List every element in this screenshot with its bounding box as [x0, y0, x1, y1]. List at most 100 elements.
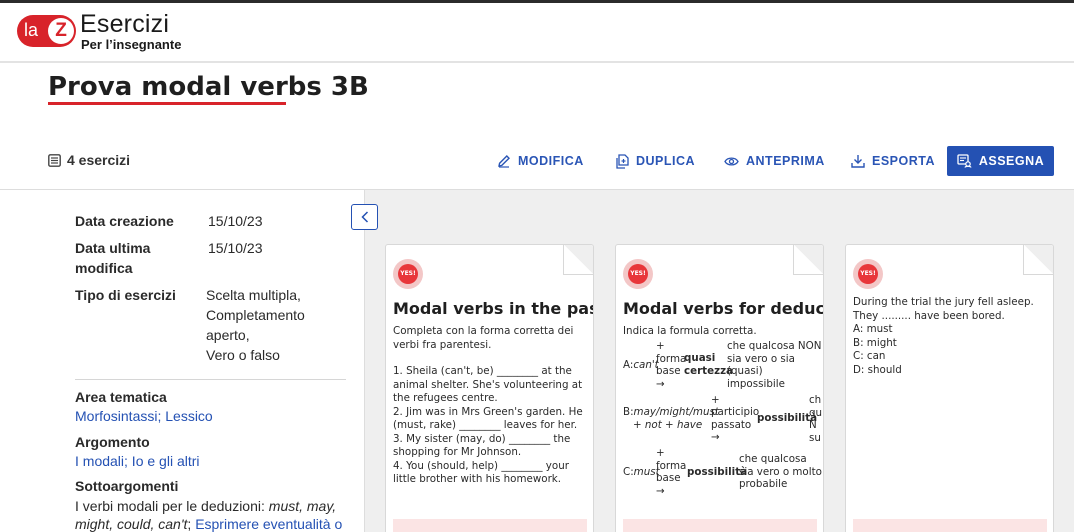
pencil-icon	[497, 154, 511, 168]
formula-desc-line: che qualcosa NON	[727, 340, 822, 352]
option-c-label: C:must	[623, 466, 660, 479]
option-verb-line2: + not + have	[633, 419, 703, 431]
formula-plus: +	[656, 447, 665, 459]
area-label: Area tematica	[75, 389, 167, 405]
page-title: Prova modal verbs 3B	[48, 72, 369, 102]
created-value: 15/10/23	[208, 213, 263, 229]
duplicate-label: DUPLICA	[636, 154, 696, 168]
area-link[interactable]: Morfosintassi; Lessico	[75, 408, 213, 424]
yes-badge-text: YES!	[398, 264, 418, 284]
formula-form: base	[656, 472, 681, 484]
formula-desc-line: probabile	[739, 478, 788, 490]
yes-badge: YES!	[623, 259, 653, 289]
option-a-label: A:can't	[623, 359, 659, 372]
formula-desc-line: impossibile	[727, 377, 785, 390]
collapse-panel-button[interactable]	[351, 204, 378, 230]
formula-desc-line: ch	[809, 394, 822, 406]
formula-form: passato	[711, 418, 752, 431]
modified-label-line1: Data ultima	[75, 240, 151, 256]
formula-description: che qualcosa sia vero o molto probabile	[739, 453, 822, 491]
list-item: 2. Jim was in Mrs Green's garden. He (mu…	[393, 405, 583, 432]
card-footer	[393, 519, 587, 532]
logo-la-text: la	[24, 20, 39, 40]
card-question: During the trial the jury fell asleep. T…	[853, 296, 1034, 322]
list-item: 3. My sister (may, do) ________ the shop…	[393, 432, 571, 459]
option-b-label: B:may/might/must	[623, 406, 719, 419]
duplicate-icon	[616, 153, 629, 169]
subtopic-label: Sottoargomenti	[75, 478, 179, 494]
type-item: Vero o falso	[206, 347, 280, 363]
logo-z-text: Z	[48, 18, 74, 44]
yes-badge: YES!	[393, 259, 423, 289]
card-title: Modal verbs in the past	[393, 299, 594, 318]
topic-label: Argomento	[75, 434, 150, 450]
list-item: A: must	[853, 323, 893, 335]
option-verb: may/might/must	[633, 406, 719, 418]
formula-description: che qualcosa NON sia vero o sia (quasi) …	[727, 340, 821, 390]
formula-form: forma	[656, 352, 687, 365]
formula-desc-line: qu	[809, 406, 823, 419]
yes-badge: YES!	[853, 259, 883, 289]
list-item: B: might	[853, 336, 897, 349]
duplicate-button[interactable]: DUPLICA	[616, 146, 695, 176]
subtopic-italic: might, could, can't	[75, 516, 188, 532]
formula-desc-line: che qualcosa	[739, 453, 807, 465]
option-letter: A:	[623, 359, 634, 371]
formula-keyword-line: certezza	[684, 364, 734, 377]
card-instruction: Completa con la forma corretta dei verbi…	[393, 325, 574, 351]
formula-plus: +	[656, 340, 665, 352]
formula-parts: + forma base →	[656, 447, 686, 497]
formula-description-cut: ch qu N su	[809, 394, 822, 444]
brand-title: Esercizi	[80, 10, 170, 38]
preview-label: ANTEPRIMA	[746, 154, 825, 168]
edit-button[interactable]: MODIFICA	[497, 146, 584, 176]
type-label: Tipo di esercizi	[75, 287, 176, 303]
subtopic-text: I verbi modali per le deduzioni: must, m…	[75, 497, 350, 532]
yes-badge-text: YES!	[628, 264, 648, 284]
list-item: D: should	[853, 363, 902, 376]
logo[interactable]: la Z	[17, 15, 76, 47]
type-item: aperto,	[206, 327, 250, 343]
exercise-card-1[interactable]: YES! Modal verbs in the past Completa co…	[385, 244, 594, 532]
subtopic-italic: must, may,	[268, 498, 337, 514]
assign-button[interactable]: ASSEGNA	[947, 146, 1054, 176]
list-item: C: can	[853, 350, 886, 362]
list-item: 4. You (should, help) ________ your litt…	[393, 459, 569, 486]
formula-arrow: →	[656, 484, 665, 497]
chevron-left-icon	[360, 211, 369, 223]
option-letter: B:	[623, 406, 634, 418]
card-items: 1. Sheila (can't, be) ________ at the an…	[393, 365, 589, 487]
formula-parts: participio passato →	[711, 406, 759, 444]
card-footer	[853, 519, 1047, 532]
card-options: A: must B: might C: can D: should	[853, 323, 1049, 377]
topic-link[interactable]: I modali; Io e gli altri	[75, 453, 200, 469]
type-item: Scelta multipla,	[206, 287, 301, 303]
export-button[interactable]: ESPORTA	[851, 146, 935, 176]
download-icon	[851, 154, 865, 168]
formula-form: forma	[656, 459, 687, 472]
exercise-card-2[interactable]: YES! Modal verbs for deduction Indica la…	[615, 244, 824, 532]
yes-badge-text: YES!	[858, 264, 878, 284]
formula-arrow: →	[711, 431, 720, 443]
modified-value: 15/10/23	[208, 240, 263, 256]
edit-label: MODIFICA	[518, 154, 584, 168]
exercise-card-3[interactable]: YES! During the trial the jury fell asle…	[845, 244, 1054, 532]
formula-form: participio	[711, 406, 760, 418]
card-title: Modal verbs for deduction	[623, 299, 823, 318]
formula-desc-line: (quasi)	[727, 365, 763, 377]
card-instruction: Indica la formula corretta.	[623, 325, 757, 337]
formula-plus: +	[711, 394, 720, 406]
action-bar: MODIFICA DUPLICA ANTEPRIMA ESPORTA	[0, 146, 1074, 176]
subtopic-link[interactable]: Esprimere eventualità o	[195, 516, 342, 532]
option-verb: can't	[633, 359, 659, 371]
details-separator	[75, 379, 346, 380]
assign-icon	[957, 154, 972, 168]
option-letter: C:	[623, 466, 634, 478]
formula-arrow: →	[656, 377, 665, 390]
assign-label: ASSEGNA	[978, 154, 1045, 168]
formula-desc-line: sia vero o sia	[727, 352, 795, 365]
preview-button[interactable]: ANTEPRIMA	[724, 146, 825, 176]
page-fold	[1023, 245, 1053, 275]
app-header: la Z Esercizi Per l’insegnante	[0, 3, 1074, 63]
formula-keyword-line: quasi	[684, 352, 716, 364]
